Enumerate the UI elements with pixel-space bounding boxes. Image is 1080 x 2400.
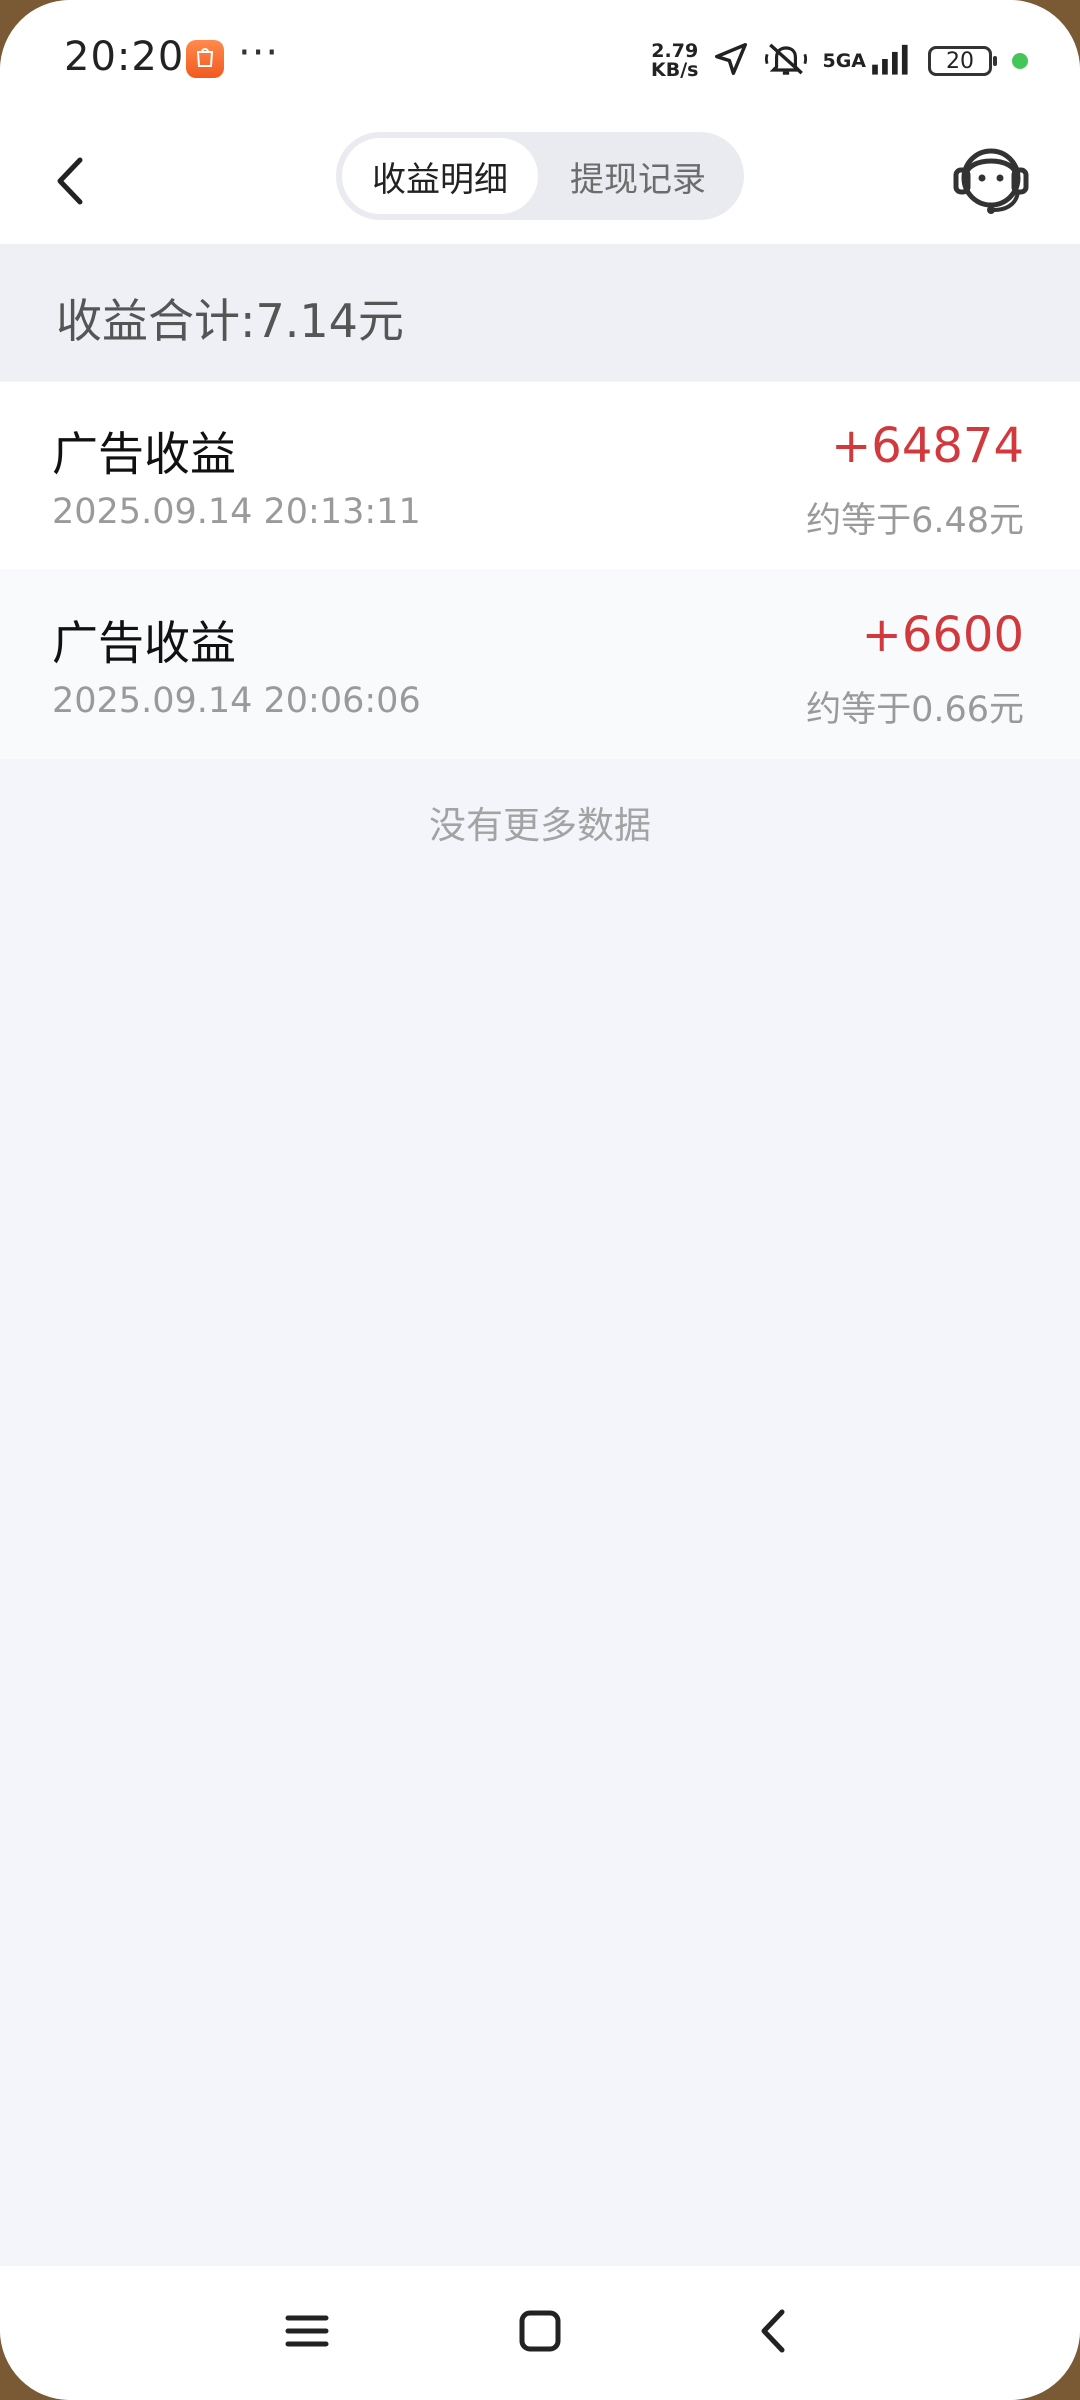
record-time: 2025.09.14 20:13:11 bbox=[52, 492, 421, 532]
status-time: 20:20 bbox=[64, 34, 185, 80]
phone-screen: 20:20 ··· 2.79 KB/s 5GA 20 收益明细 提现记录 收益合… bbox=[0, 0, 1080, 2400]
record-equivalent: 约等于0.66元 bbox=[806, 690, 1024, 730]
network-speed: 2.79 KB/s bbox=[651, 42, 698, 80]
record-title: 广告收益 bbox=[52, 616, 236, 670]
tab-switcher: 收益明细 提现记录 bbox=[336, 132, 744, 220]
network-speed-unit: KB/s bbox=[651, 59, 699, 81]
back-icon bbox=[761, 2309, 785, 2353]
customer-service-icon bbox=[953, 148, 1029, 214]
no-more-data-text: 没有更多数据 bbox=[429, 804, 651, 847]
record-equivalent: 约等于6.48元 bbox=[806, 501, 1024, 541]
record-amount: +6600 bbox=[861, 607, 1024, 663]
record-time: 2025.09.14 20:06:06 bbox=[52, 681, 421, 721]
battery-icon: 20 bbox=[928, 46, 997, 76]
earnings-summary: 收益合计:7.14元 bbox=[0, 245, 1080, 381]
location-arrow-icon bbox=[712, 40, 750, 82]
home-square-icon bbox=[519, 2310, 561, 2352]
network-type: 5GA bbox=[822, 51, 866, 71]
system-nav-bar bbox=[0, 2266, 1080, 2400]
tab-withdrawal-record[interactable]: 提现记录 bbox=[538, 138, 738, 214]
status-indicators: 2.79 KB/s 5GA 20 bbox=[651, 36, 1028, 86]
more-notifications-icon: ··· bbox=[238, 30, 280, 76]
nav-back-button[interactable] bbox=[738, 2296, 808, 2366]
menu-icon bbox=[285, 2315, 329, 2347]
tab-earnings-detail[interactable]: 收益明细 bbox=[342, 138, 538, 214]
signal-bars-icon bbox=[870, 42, 914, 80]
nav-home-button[interactable] bbox=[505, 2296, 575, 2366]
earnings-total: 收益合计:7.14元 bbox=[56, 294, 404, 348]
page-header: 收益明细 提现记录 bbox=[0, 120, 1080, 245]
charging-dot-icon bbox=[1012, 53, 1028, 69]
app-notification-icon bbox=[186, 40, 224, 78]
status-bar: 20:20 ··· 2.79 KB/s 5GA 20 bbox=[0, 0, 1080, 120]
record-title: 广告收益 bbox=[52, 427, 236, 481]
list-item[interactable]: 广告收益 2025.09.14 20:13:11 +64874 约等于6.48元 bbox=[0, 382, 1080, 570]
network-type-label: 5GA bbox=[822, 50, 866, 72]
customer-service-button[interactable] bbox=[946, 136, 1036, 226]
mute-bell-icon bbox=[764, 40, 808, 82]
nav-menu-button[interactable] bbox=[272, 2296, 342, 2366]
back-button[interactable] bbox=[40, 146, 110, 216]
battery-level: 20 bbox=[946, 48, 974, 74]
back-chevron-icon bbox=[57, 157, 83, 205]
list-item[interactable]: 广告收益 2025.09.14 20:06:06 +6600 约等于0.66元 bbox=[0, 571, 1080, 759]
record-amount: +64874 bbox=[831, 418, 1024, 474]
